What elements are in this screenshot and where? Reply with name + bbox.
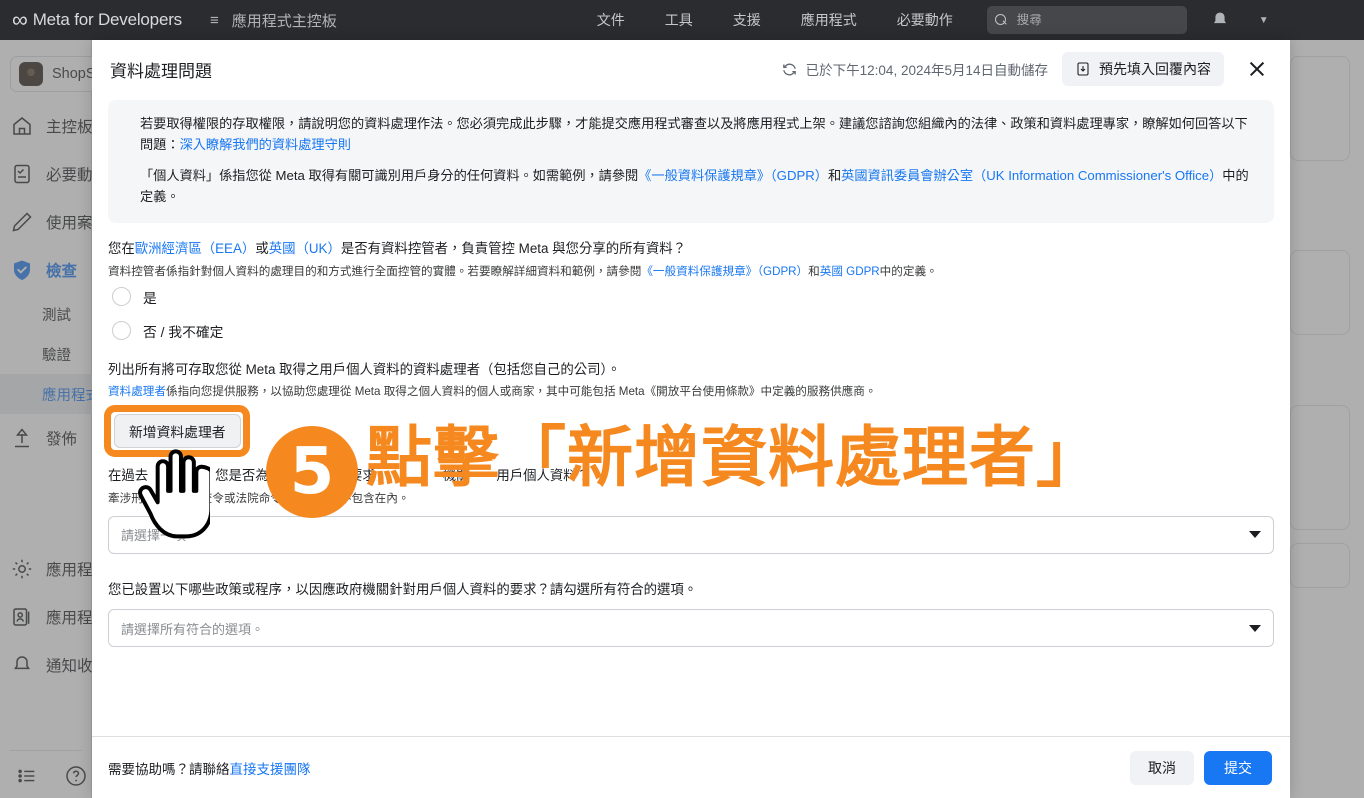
dashboard-label[interactable]: 應用程式主控板 bbox=[232, 10, 337, 31]
question-2-text: 列出所有將可存取您從 Meta 取得之用戶個人資料的資料處理者（包括您自己的公司… bbox=[108, 361, 621, 377]
q1-sub-c: 中的定義。 bbox=[879, 264, 938, 278]
footer-buttons: 取消 提交 bbox=[1130, 750, 1272, 785]
app-root: ∞ Meta for Developers ≡ 應用程式主控板 文件 工具 支援… bbox=[0, 0, 1364, 798]
q1-text-c: 是否有資料控管者，負責管控 Meta 與您分享的所有資料？ bbox=[340, 241, 687, 257]
radio-option-yes[interactable]: 是 bbox=[112, 280, 1274, 314]
nav-link-required-actions[interactable]: 必要動作 bbox=[897, 10, 953, 30]
dialog-header: 資料處理問題 已於下午12:04, 2024年5月14日自動儲存 預先填入回覆內… bbox=[92, 40, 1290, 98]
data-handling-guidelines-link[interactable]: 深入瞭解我們的資料處理守則 bbox=[180, 137, 351, 152]
question-4-block: 您已設置以下哪些政策或程序，以因應政府機關針對用戶個人資料的要求？請勾選所有符合… bbox=[108, 580, 1274, 648]
notice-p2-text-a: 「個人資料」係指您從 Meta 取得有關可識別用戶身分的任何資料。如需範例，請參… bbox=[140, 167, 639, 183]
question-1-text: 您在歐洲經濟區（EEA）或英國（UK）是否有資料控管者，負責管控 Meta 與您… bbox=[108, 239, 1274, 259]
nav-link-docs[interactable]: 文件 bbox=[597, 10, 625, 30]
question-2-subtext: 資料處理者係指向您提供服務，以協助您處理從 Meta 取得之個人資料的個人或商家… bbox=[108, 383, 1274, 400]
radio-yes-indicator[interactable] bbox=[112, 287, 131, 307]
direct-support-link[interactable]: 直接支援團隊 bbox=[230, 762, 311, 777]
footer-help-text: 需要協助嗎？請聯絡直接支援團隊 bbox=[108, 758, 311, 778]
search-input[interactable] bbox=[1014, 12, 1179, 28]
q1-text-a: 您在 bbox=[108, 241, 135, 257]
chevron-down-icon bbox=[1249, 531, 1261, 539]
data-handling-questions-dialog: 資料處理問題 已於下午12:04, 2024年5月14日自動儲存 預先填入回覆內… bbox=[92, 40, 1290, 798]
global-search-box[interactable] bbox=[986, 6, 1187, 34]
info-notice-box: 若要取得權限的存取權限，請說明您的資料處理作法。您必須完成此步驟，才能提交應用程… bbox=[108, 100, 1274, 224]
add-processor-wrapper: 新增資料處理者 bbox=[104, 405, 250, 458]
question-1-block: 您在歐洲經濟區（EEA）或英國（UK）是否有資料控管者，負責管控 Meta 與您… bbox=[108, 239, 1274, 348]
add-data-processor-button[interactable]: 新增資料處理者 bbox=[114, 414, 241, 449]
uk-link[interactable]: 英國（UK） bbox=[269, 241, 341, 256]
radio-option-no[interactable]: 否 / 我不確定 bbox=[112, 314, 1274, 348]
close-icon[interactable] bbox=[1242, 54, 1272, 84]
dialog-body: 若要取得權限的存取權限，請說明您的資料處理作法。您必須完成此步驟，才能提交應用程… bbox=[92, 98, 1290, 736]
question-3-block: 在過去 內，您是否為 安全要求 機關 用戶個人資料？ 牽涉刑事 查令或法院命令的… bbox=[108, 466, 1274, 554]
radio-no-label: 否 / 我不確定 bbox=[143, 324, 224, 340]
prefill-answers-label: 預先填入回覆內容 bbox=[1099, 61, 1211, 77]
radio-no-indicator[interactable] bbox=[112, 321, 131, 341]
dialog-header-actions: 已於下午12:04, 2024年5月14日自動儲存 預先填入回覆內容 bbox=[781, 52, 1272, 86]
radio-yes-label: 是 bbox=[143, 290, 157, 306]
brand-logo-area[interactable]: ∞ Meta for Developers bbox=[12, 9, 182, 31]
top-nav-links: 文件 工具 支援 應用程式 必要動作 bbox=[597, 10, 953, 30]
autosave-status: 已於下午12:04, 2024年5月14日自動儲存 bbox=[781, 59, 1048, 79]
notice-p2-text-b: 和 bbox=[827, 167, 842, 183]
nav-link-apps[interactable]: 應用程式 bbox=[801, 10, 857, 30]
eea-link[interactable]: 歐洲經濟區（EEA） bbox=[135, 241, 256, 256]
question-4-select[interactable]: 請選擇所有符合的選項。 bbox=[108, 609, 1274, 648]
dialog-title: 資料處理問題 bbox=[110, 61, 212, 81]
question-3-select[interactable]: 請選擇一項。 bbox=[108, 515, 1274, 554]
question-4-select-placeholder: 請選擇所有符合的選項。 bbox=[121, 621, 265, 637]
refresh-icon bbox=[782, 63, 796, 75]
autosave-text: 已於下午12:04, 2024年5月14日自動儲存 bbox=[805, 63, 1048, 78]
notification-bell-icon[interactable] bbox=[1209, 9, 1231, 31]
question-3-text: 在過去 內，您是否為 安全要求 機關 用戶個人資料？ bbox=[108, 468, 591, 484]
q1-text-b: 或 bbox=[255, 241, 269, 257]
question-1-subtext: 資料控管者係指針對個人資料的處理目的和方式進行全面控管的實體。若要瞭解詳細資料和… bbox=[108, 263, 1274, 280]
data-processor-link[interactable]: 資料處理者 bbox=[108, 385, 166, 398]
submit-button[interactable]: 提交 bbox=[1204, 750, 1272, 785]
search-icon bbox=[994, 13, 1008, 27]
prefill-answers-button[interactable]: 預先填入回覆內容 bbox=[1062, 52, 1224, 86]
brand-title: Meta for Developers bbox=[32, 10, 182, 29]
notice-paragraph-2: 「個人資料」係指您從 Meta 取得有關可識別用戶身分的任何資料。如需範例，請參… bbox=[140, 166, 1256, 208]
chevron-down-icon[interactable]: ▼ bbox=[1259, 15, 1269, 26]
question-3-select-placeholder: 請選擇一項。 bbox=[121, 528, 200, 544]
help-text-label: 需要協助嗎？請聯絡 bbox=[108, 761, 230, 777]
nav-link-tools[interactable]: 工具 bbox=[665, 10, 693, 30]
top-navigation-bar: ∞ Meta for Developers ≡ 應用程式主控板 文件 工具 支援… bbox=[0, 0, 1364, 40]
question-4-text: 您已設置以下哪些政策或程序，以因應政府機關針對用戶個人資料的要求？請勾選所有符合… bbox=[108, 581, 698, 597]
prefill-download-icon bbox=[1077, 62, 1089, 76]
q1-sub-b: 和 bbox=[808, 264, 820, 278]
uk-ico-link[interactable]: 英國資訊委員會辦公室（UK Information Commissioner's… bbox=[841, 168, 1222, 183]
question-3-subtext: 牽涉刑事 查令或法院命令的相關要求不包含在內。 bbox=[108, 491, 410, 505]
meta-infinity-logo-icon: ∞ bbox=[12, 7, 28, 32]
notice-paragraph-1: 若要取得權限的存取權限，請說明您的資料處理作法。您必須完成此步驟，才能提交應用程… bbox=[140, 114, 1256, 156]
gdpr-definition-link[interactable]: 《一般資料保護規章》（GDPR） bbox=[641, 265, 808, 278]
q2-sub-text: 係指向您提供服務，以協助您處理從 Meta 取得之個人資料的個人或商家，其中可能… bbox=[165, 385, 877, 399]
uk-gdpr-link[interactable]: 英國 GDPR bbox=[820, 265, 880, 278]
question-2-block: 列出所有將可存取您從 Meta 取得之用戶個人資料的資料處理者（包括您自己的公司… bbox=[104, 360, 1274, 458]
nav-link-support[interactable]: 支援 bbox=[733, 10, 761, 30]
hamburger-menu-icon[interactable]: ≡ bbox=[210, 12, 220, 29]
q1-sub-a: 資料控管者係指針對個人資料的處理目的和方式進行全面控管的實體。若要瞭解詳細資料和… bbox=[108, 264, 642, 278]
cancel-button[interactable]: 取消 bbox=[1130, 750, 1194, 785]
dialog-footer: 需要協助嗎？請聯絡直接支援團隊 取消 提交 bbox=[92, 736, 1290, 798]
chevron-down-icon bbox=[1249, 624, 1261, 632]
gdpr-link[interactable]: 《一般資料保護規章》（GDPR） bbox=[638, 168, 828, 183]
